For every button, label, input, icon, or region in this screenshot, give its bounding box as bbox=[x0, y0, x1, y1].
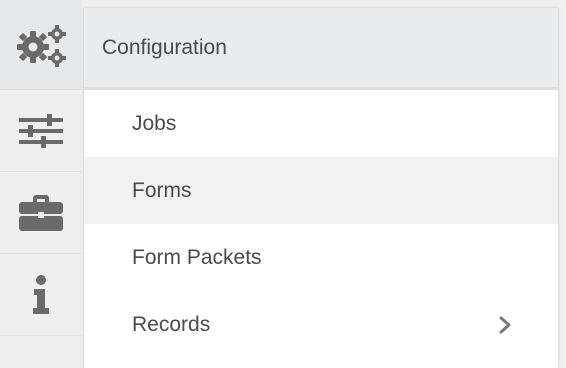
menu-item-label: Records bbox=[132, 312, 211, 336]
menu-item-label: Jobs bbox=[132, 111, 177, 135]
menu-item-forms[interactable]: Forms bbox=[84, 157, 558, 224]
menu-item-form-packets[interactable]: Form Packets bbox=[84, 224, 558, 291]
icon-rail bbox=[0, 0, 84, 368]
rail-item-info[interactable] bbox=[0, 254, 82, 336]
flyout-menu: Jobs Forms Form Packets Records bbox=[84, 90, 558, 358]
chevron-right-icon bbox=[498, 316, 512, 334]
sliders-icon bbox=[19, 113, 63, 149]
app-window: Configuration Jobs Forms Form Packets Re… bbox=[0, 0, 566, 368]
menu-item-jobs[interactable]: Jobs bbox=[84, 90, 558, 157]
info-icon bbox=[31, 274, 51, 315]
menu-item-label: Form Packets bbox=[132, 245, 262, 269]
rail-item-configuration[interactable] bbox=[0, 0, 82, 90]
menu-item-label: Forms bbox=[132, 178, 192, 202]
briefcase-icon bbox=[19, 194, 63, 232]
menu-item-records[interactable]: Records bbox=[84, 291, 558, 358]
gears-icon bbox=[13, 22, 69, 68]
configuration-flyout: Configuration Jobs Forms Form Packets Re… bbox=[84, 8, 558, 368]
rail-item-settings[interactable] bbox=[0, 90, 82, 172]
flyout-title: Configuration bbox=[84, 8, 558, 90]
rail-item-jobs[interactable] bbox=[0, 172, 82, 254]
